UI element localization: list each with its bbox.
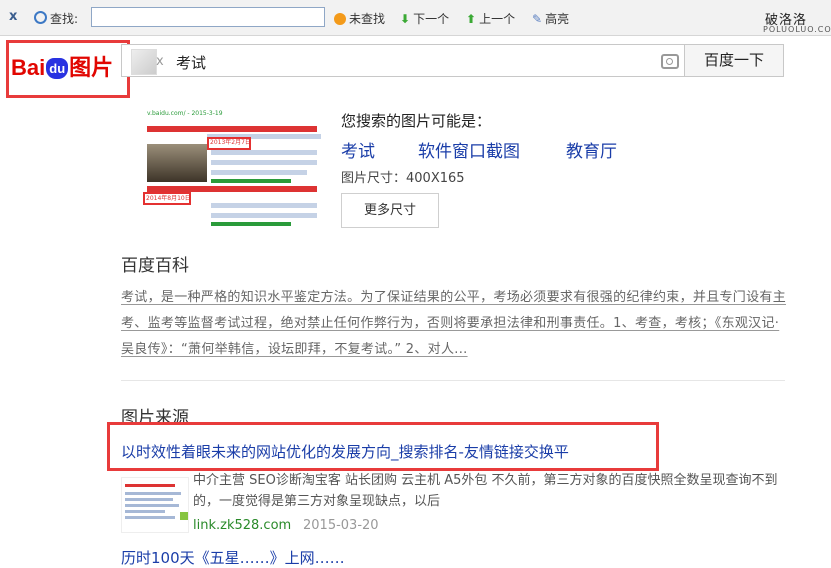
arrow-down-icon: ⬇ <box>400 12 411 26</box>
query-image-thumbnail <box>131 49 157 75</box>
find-label-text: 查找: <box>50 12 79 26</box>
source-thumbnail[interactable] <box>121 477 189 533</box>
camera-icon[interactable] <box>661 54 679 69</box>
find-bar: x 查找: 未查找 ⬇下一个 ⬆上一个 ✎高亮 破洛洛 POLUOLUO.COM <box>0 0 831 36</box>
find-bar-close-button[interactable]: x <box>9 9 17 24</box>
baike-section-title: 百度百科 <box>121 256 189 276</box>
search-icon <box>34 11 47 24</box>
find-next-label: 下一个 <box>413 12 450 26</box>
result-image-preview[interactable]: v.baidu.com/ - 2015-3-19 2013年2月7日 2014年… <box>143 108 321 230</box>
thumb-line <box>125 504 179 507</box>
preview-text-line <box>211 150 317 155</box>
preview-text-line <box>211 170 307 175</box>
thumb-line <box>125 510 165 513</box>
watermark-url: POLUOLUO.COM <box>763 25 831 34</box>
arrow-up-icon: ⬆ <box>466 12 477 26</box>
find-input[interactable] <box>91 7 325 27</box>
thumb-line <box>125 498 173 501</box>
thumb-line <box>125 516 175 519</box>
image-size-label: 图片尺寸：400X165 <box>341 171 465 186</box>
preview-url-line <box>211 222 291 226</box>
logo-bai: Bai <box>11 55 46 80</box>
source-result-link[interactable]: 以时效性着眼未来的网站优化的发展方向_搜索排名-友情链接交换平 <box>121 441 569 462</box>
not-found-label: 未查找 <box>349 12 386 26</box>
pen-icon: ✎ <box>532 12 543 26</box>
search-button[interactable]: 百度一下 <box>684 44 784 77</box>
preview-date-2: 2014年8月10日 <box>146 195 191 202</box>
guess-link-education[interactable]: 教育厅 <box>566 137 617 162</box>
search-query[interactable]: 考试 <box>176 52 206 73</box>
preview-url-text: v.baidu.com/ - 2015-3-19 <box>147 110 223 117</box>
preview-url-line <box>211 179 291 183</box>
find-next-button[interactable]: ⬇ 下一个 <box>400 10 449 27</box>
preview-date-1: 2013年2月7日 <box>210 139 251 146</box>
highlight-button[interactable]: ✎ 高亮 <box>532 10 569 27</box>
find-label: 查找: <box>34 10 78 27</box>
find-prev-label: 上一个 <box>479 12 516 26</box>
source-date: 2015-03-20 <box>303 518 379 533</box>
guess-link-screenshot[interactable]: 软件窗口截图 <box>418 137 520 162</box>
thumb-line <box>125 492 181 495</box>
preview-text-line <box>211 213 317 218</box>
thumb-green-mark <box>180 512 188 520</box>
more-sizes-button[interactable]: 更多尺寸 <box>341 193 439 228</box>
stop-icon <box>334 13 346 25</box>
logo-pic: 图片 <box>69 55 114 80</box>
find-prev-button[interactable]: ⬆ 上一个 <box>466 10 515 27</box>
next-result-title[interactable]: 历时100天《五星……》上网…… <box>121 547 345 568</box>
highlight-label: 高亮 <box>545 12 570 26</box>
logo-paw-icon: du <box>46 58 69 79</box>
source-domain[interactable]: link.zk528.com <box>193 518 291 533</box>
baike-summary-link[interactable]: 考试，是一种严格的知识水平鉴定方法。为了保证结果的公平，考场必须要求有很强的纪律… <box>121 285 786 363</box>
preview-text-line <box>211 160 317 165</box>
guess-title: 您搜索的图片可能是： <box>341 112 492 130</box>
preview-photo <box>147 144 207 182</box>
clear-thumbnail-button[interactable]: x <box>156 54 164 69</box>
baidu-image-logo[interactable]: Bai du 图片 <box>11 50 113 82</box>
section-divider <box>121 380 785 381</box>
thumb-line <box>125 484 175 487</box>
preview-text-line <box>211 203 317 208</box>
source-description: 中介主营 SEO诊断淘宝客 站长团购 云主机 A5外包 不久前，第三方对象的百度… <box>193 473 778 509</box>
not-found-button[interactable]: 未查找 <box>334 10 385 27</box>
preview-title-line <box>147 126 317 132</box>
guess-link-exam[interactable]: 考试 <box>341 137 375 162</box>
